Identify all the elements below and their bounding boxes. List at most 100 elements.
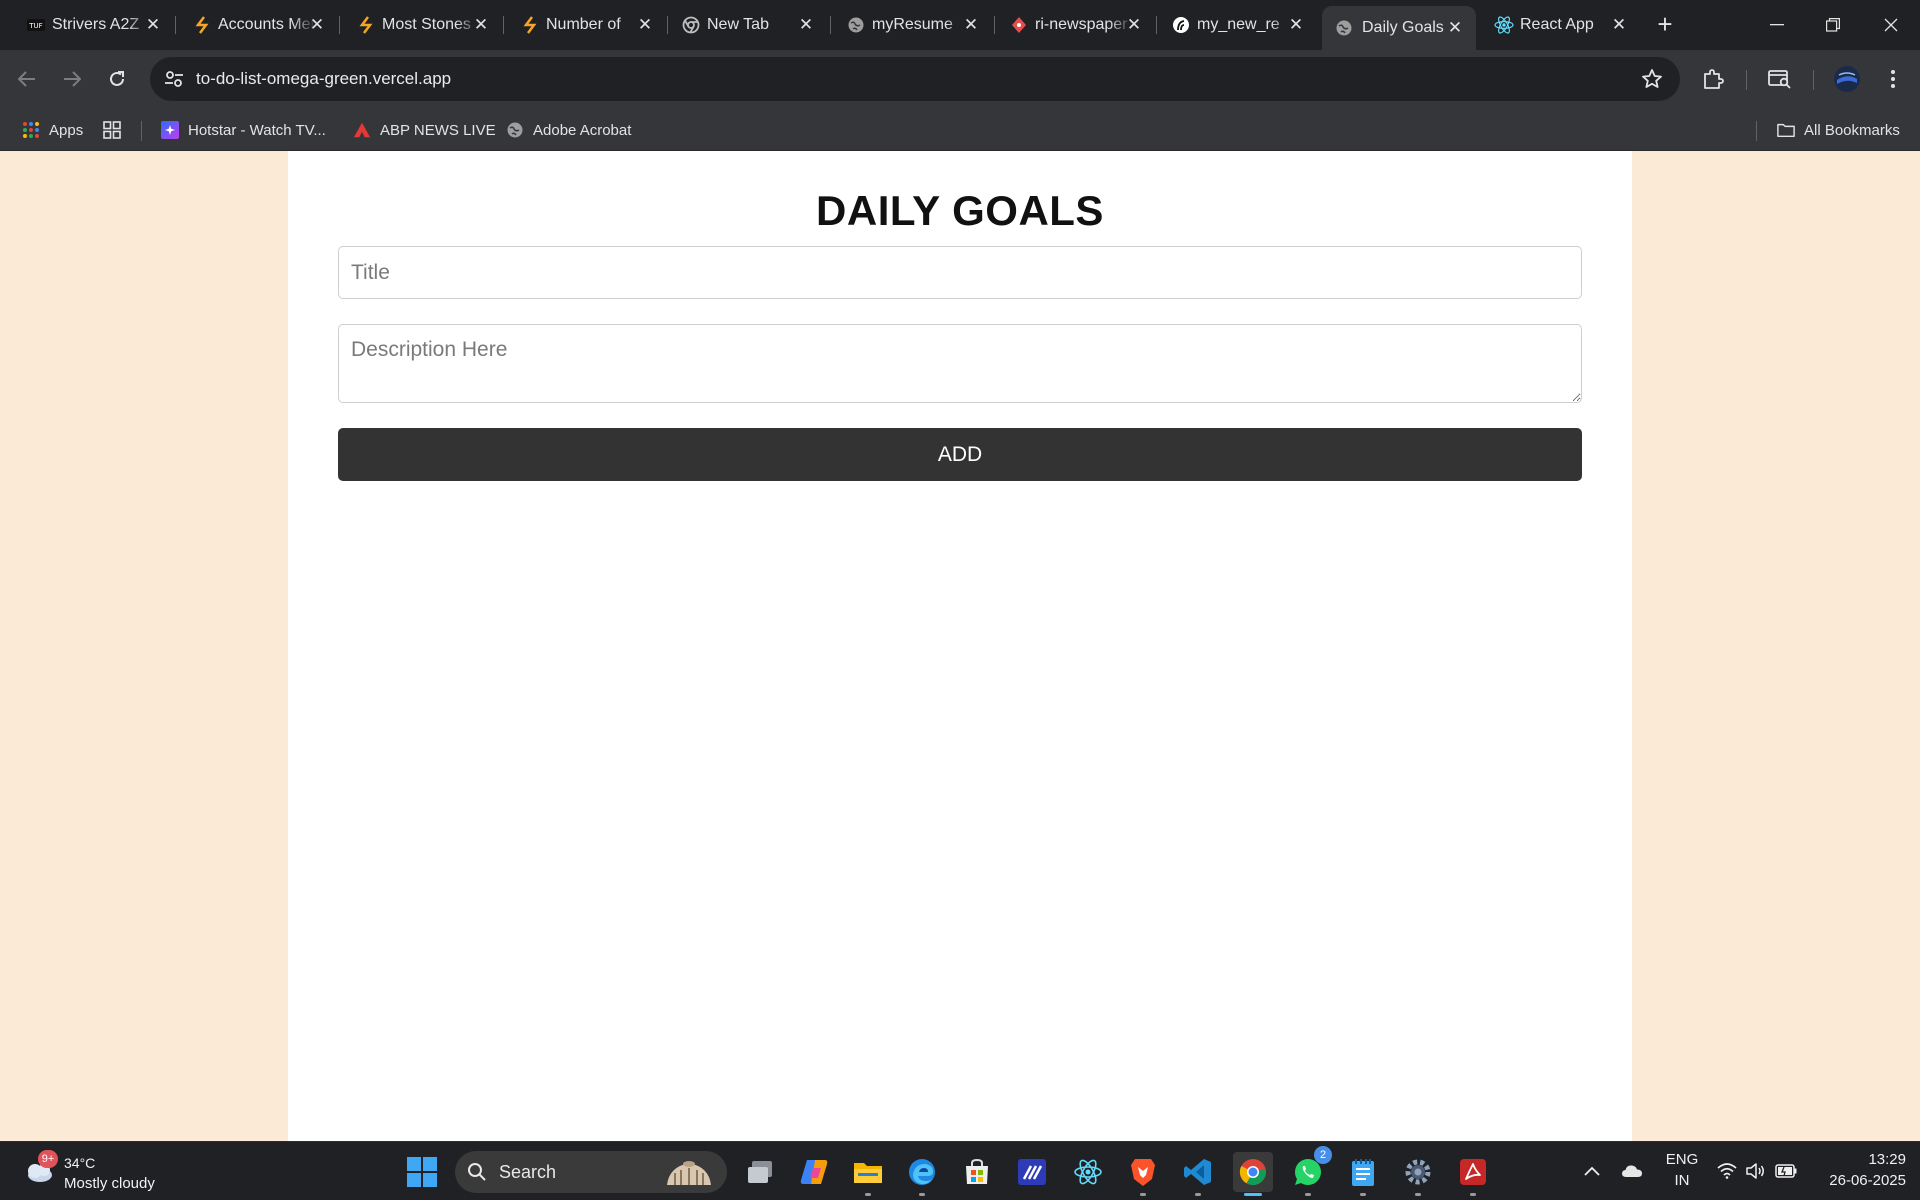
- extensions-icon[interactable]: [1699, 65, 1727, 93]
- new-tab-icon[interactable]: +: [1650, 10, 1680, 40]
- task-view-icon[interactable]: [740, 1152, 780, 1192]
- bookmark-star-icon[interactable]: [1640, 67, 1664, 91]
- tab-daily-goals[interactable]: Daily Goals ✕: [1322, 6, 1476, 50]
- title-input[interactable]: [338, 246, 1582, 299]
- edge-icon[interactable]: [902, 1152, 942, 1196]
- chrome-icon: [681, 15, 701, 35]
- taskbar: 9+ 34°C Mostly cloudy Search 2 ENG IN 13…: [0, 1141, 1920, 1200]
- search-tabs-icon[interactable]: [1766, 65, 1794, 93]
- pen-app-icon[interactable]: [1012, 1152, 1052, 1192]
- bookmark-hotstar[interactable]: Hotstar - Watch TV...: [161, 118, 326, 142]
- restore-icon[interactable]: [1810, 8, 1856, 42]
- tab-react-app[interactable]: React App ✕: [1494, 6, 1628, 44]
- windows-start-icon[interactable]: [406, 1156, 438, 1188]
- tab-title: Daily Goals: [1362, 19, 1444, 36]
- bookmark-abp-news[interactable]: ABP NEWS LIVE: [353, 118, 496, 142]
- close-icon[interactable]: ✕: [308, 16, 326, 34]
- close-icon[interactable]: ✕: [1610, 16, 1628, 34]
- acrobat-icon[interactable]: [1453, 1152, 1493, 1196]
- tab-myresume[interactable]: myResume ✕: [846, 6, 980, 44]
- back-icon[interactable]: [11, 63, 43, 95]
- chevron-up-icon[interactable]: [1581, 1160, 1603, 1182]
- bookmark-adobe-acrobat[interactable]: Adobe Acrobat: [506, 118, 631, 142]
- file-explorer-icon[interactable]: [848, 1152, 888, 1196]
- code-icon: [192, 15, 212, 35]
- whatsapp-icon[interactable]: 2: [1288, 1146, 1332, 1196]
- tab-divider: [830, 16, 831, 34]
- profile-avatar[interactable]: [1833, 65, 1861, 93]
- add-button[interactable]: ADD: [338, 428, 1582, 481]
- close-icon[interactable]: ✕: [1446, 19, 1464, 37]
- toolbar-divider: [1813, 70, 1814, 90]
- bookmark-label: Hotstar - Watch TV...: [188, 121, 326, 139]
- folder-icon: [1777, 121, 1795, 139]
- hotstar-icon: [161, 121, 179, 139]
- tab-title: Accounts Merge: [218, 16, 316, 33]
- close-icon[interactable]: ✕: [962, 16, 980, 34]
- settings-icon[interactable]: [1398, 1152, 1438, 1196]
- site-settings-icon[interactable]: [162, 67, 186, 91]
- close-icon[interactable]: ✕: [144, 16, 162, 34]
- running-indicator: [1195, 1193, 1201, 1196]
- bookmark-tab-groups[interactable]: [103, 118, 130, 142]
- page-viewport: DAILY GOALS ADD: [0, 151, 1920, 1141]
- battery-icon[interactable]: [1775, 1160, 1797, 1182]
- reload-icon[interactable]: [101, 63, 133, 95]
- close-window-icon[interactable]: [1868, 8, 1914, 42]
- search-icon: [467, 1162, 487, 1182]
- tab-most-stones[interactable]: Most Stones ✕: [356, 6, 490, 44]
- clock-date[interactable]: 26-06-2025: [1810, 1172, 1906, 1189]
- language-region[interactable]: IN: [1662, 1172, 1702, 1189]
- svg-text:TUF: TUF: [28, 22, 42, 30]
- minimize-icon[interactable]: [1754, 8, 1800, 42]
- close-icon[interactable]: ✕: [1125, 16, 1143, 34]
- globe-icon: [1334, 18, 1354, 38]
- taskbar-search[interactable]: Search: [455, 1151, 727, 1193]
- notepad-icon[interactable]: [1343, 1152, 1383, 1196]
- tab-divider: [503, 16, 504, 34]
- language-code[interactable]: ENG: [1662, 1151, 1702, 1168]
- tab-divider: [339, 16, 340, 34]
- chrome-taskbar-icon[interactable]: [1233, 1152, 1273, 1196]
- bookmarks-bar: Apps Hotstar - Watch TV... ABP NEWS LIVE…: [0, 108, 1920, 151]
- code-icon: [356, 15, 376, 35]
- react-devtools-icon[interactable]: [1068, 1152, 1108, 1192]
- vscode-icon[interactable]: [1178, 1152, 1218, 1196]
- onedrive-icon[interactable]: [1621, 1160, 1643, 1182]
- menu-icon[interactable]: [1879, 65, 1907, 93]
- weather-widget[interactable]: 9+ 34°C Mostly cloudy: [18, 1150, 178, 1194]
- tab-new-tab[interactable]: New Tab ✕: [681, 6, 815, 44]
- close-icon[interactable]: ✕: [797, 16, 815, 34]
- address-bar[interactable]: to-do-list-omega-green.vercel.app: [150, 57, 1680, 101]
- all-bookmarks[interactable]: All Bookmarks: [1777, 118, 1900, 142]
- apps-grid-icon: [22, 121, 40, 139]
- forward-icon[interactable]: [56, 63, 88, 95]
- tab-ri-newspaper[interactable]: ri-newspaper ✕: [1009, 6, 1143, 44]
- volume-icon[interactable]: [1745, 1160, 1767, 1182]
- clock-time[interactable]: 13:29: [1810, 1151, 1906, 1168]
- browser-toolbar: to-do-list-omega-green.vercel.app: [0, 50, 1920, 108]
- wifi-icon[interactable]: [1716, 1160, 1738, 1182]
- temperature: 34°C: [64, 1155, 96, 1171]
- bookmark-label: Adobe Acrobat: [533, 121, 632, 139]
- copilot-icon[interactable]: [794, 1152, 834, 1192]
- tab-accounts-merge[interactable]: Accounts Merge ✕: [192, 6, 326, 44]
- brave-icon[interactable]: [1123, 1152, 1163, 1196]
- screen: TUF Strivers A2Z ✕ Accounts Merge ✕ Most…: [0, 0, 1920, 1200]
- description-input[interactable]: [338, 324, 1582, 403]
- url-text[interactable]: to-do-list-omega-green.vercel.app: [196, 69, 451, 89]
- close-icon[interactable]: ✕: [1287, 16, 1305, 34]
- tab-title: my_new_re: [1197, 16, 1280, 33]
- tuf-icon: TUF: [26, 15, 46, 35]
- close-icon[interactable]: ✕: [636, 16, 654, 34]
- active-indicator: [1244, 1193, 1262, 1196]
- microsoft-store-icon[interactable]: [957, 1152, 997, 1192]
- tab-strivers[interactable]: TUF Strivers A2Z ✕: [26, 6, 162, 44]
- tab-divider: [1156, 16, 1157, 34]
- bookmark-apps[interactable]: Apps: [22, 118, 83, 142]
- tab-my-new-re[interactable]: my_new_re ✕: [1171, 6, 1305, 44]
- close-icon[interactable]: ✕: [472, 16, 490, 34]
- running-indicator: [1415, 1193, 1421, 1196]
- globe-icon: [506, 121, 524, 139]
- tab-number-of[interactable]: Number of ✕: [520, 6, 654, 44]
